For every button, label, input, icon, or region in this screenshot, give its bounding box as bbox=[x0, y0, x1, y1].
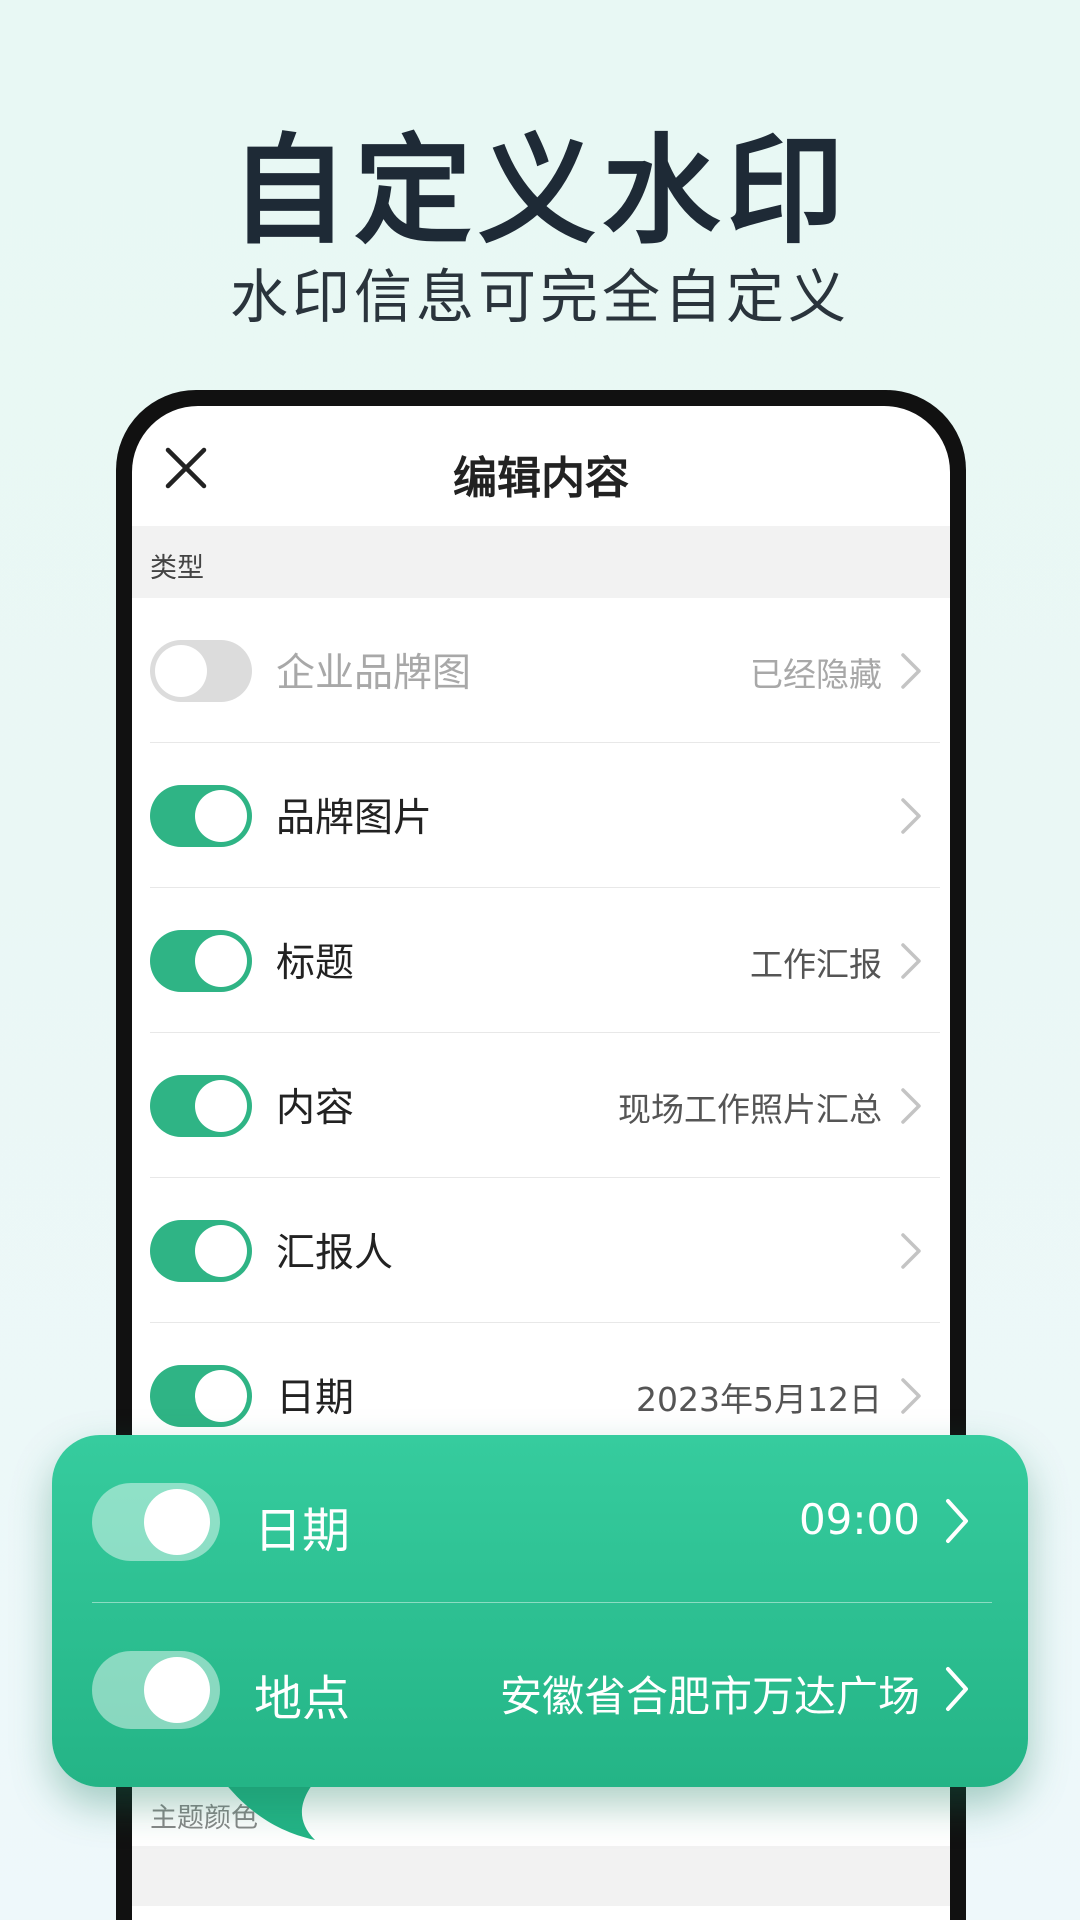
row-label: 日期 bbox=[276, 1376, 355, 1421]
chevron-right-icon bbox=[946, 1667, 968, 1711]
popup-row-label: 地点 bbox=[254, 1671, 351, 1727]
row-value: 工作汇报 bbox=[750, 945, 882, 984]
row-label: 标题 bbox=[276, 941, 355, 986]
toggle-knob bbox=[144, 1489, 210, 1555]
chevron-right-icon bbox=[946, 1499, 968, 1543]
toggle-switch[interactable] bbox=[150, 930, 252, 992]
chevron-right-icon bbox=[901, 798, 921, 834]
toggle-switch[interactable] bbox=[92, 1651, 220, 1729]
toggle-switch[interactable] bbox=[150, 785, 252, 847]
toggle-switch[interactable] bbox=[150, 1075, 252, 1137]
toggle-switch[interactable] bbox=[92, 1483, 220, 1561]
page-title: 编辑内容 bbox=[453, 453, 629, 504]
row-value: 现场工作照片汇总 bbox=[618, 1090, 882, 1129]
toggle-knob bbox=[144, 1657, 210, 1723]
hero-subtitle: 水印信息可完全自定义 bbox=[229, 263, 850, 331]
section-band bbox=[132, 1846, 950, 1906]
toggle-knob bbox=[195, 1080, 247, 1132]
toggle-switch[interactable] bbox=[150, 1220, 252, 1282]
popup-row-label: 日期 bbox=[254, 1503, 351, 1559]
chevron-right-icon bbox=[901, 653, 921, 689]
row-value: 已经隐藏 bbox=[750, 655, 882, 694]
chevron-right-icon bbox=[901, 1378, 921, 1414]
chevron-right-icon bbox=[901, 1233, 921, 1269]
toggle-knob bbox=[195, 1370, 247, 1422]
toggle-knob bbox=[155, 645, 207, 697]
popup-row-value: 安徽省合肥市万达广场 bbox=[499, 1672, 920, 1721]
highlight-popup: 日期 09:00 地点 安徽省合肥市万达广场 bbox=[52, 1435, 1028, 1787]
toggle-switch[interactable] bbox=[150, 1365, 252, 1427]
popup-row-time[interactable]: 日期 09:00 bbox=[92, 1435, 992, 1603]
hero-title: 自定义水印 bbox=[229, 122, 850, 260]
popup-row-value: 09:00 bbox=[798, 1495, 920, 1544]
list-item-reporter[interactable]: 汇报人 bbox=[150, 1178, 940, 1323]
row-label: 企业品牌图 bbox=[276, 651, 472, 696]
list-item-title[interactable]: 标题 工作汇报 bbox=[150, 888, 940, 1033]
list-item-brand-logo[interactable]: 企业品牌图 已经隐藏 bbox=[150, 598, 940, 743]
chevron-right-icon bbox=[901, 943, 921, 979]
nav-bar: 编辑内容 bbox=[132, 406, 950, 516]
row-value: 2023年5月12日 bbox=[636, 1380, 882, 1419]
toggle-knob bbox=[195, 790, 247, 842]
toggle-switch[interactable] bbox=[150, 640, 252, 702]
chevron-right-icon bbox=[901, 1088, 921, 1124]
row-label: 内容 bbox=[276, 1086, 355, 1131]
popup-row-location[interactable]: 地点 安徽省合肥市万达广场 bbox=[92, 1603, 992, 1771]
row-label: 品牌图片 bbox=[276, 796, 433, 841]
section-header-type: 类型 bbox=[132, 526, 950, 598]
list-item-brand-image[interactable]: 品牌图片 bbox=[150, 743, 940, 888]
toggle-knob bbox=[195, 935, 247, 987]
list-item-content[interactable]: 内容 现场工作照片汇总 bbox=[150, 1033, 940, 1178]
row-label: 汇报人 bbox=[276, 1231, 394, 1276]
toggle-knob bbox=[195, 1225, 247, 1277]
